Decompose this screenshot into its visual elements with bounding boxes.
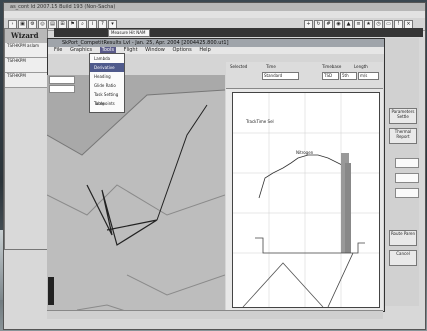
- time-label: Time: [266, 64, 276, 69]
- menu-item-heading[interactable]: Heading: [90, 72, 124, 81]
- menu-item-glide-ratio[interactable]: Glide Ratio: [90, 81, 124, 90]
- menu-item-task-setting[interactable]: Task Setting Table: [90, 90, 124, 106]
- inner-window-title: SkPort_CompetitResults Lvl - Jan. 25, Ap…: [48, 39, 384, 47]
- wizard-row[interactable]: TSFHKPM: [5, 58, 47, 73]
- tools-dropdown-menu: Lambda Derivative Heading Glide Ratio Ta…: [89, 53, 125, 113]
- flight-track[interactable]: [156, 104, 208, 221]
- bar: [345, 163, 351, 253]
- flight-track[interactable]: [86, 184, 158, 246]
- map-pane[interactable]: [46, 75, 226, 319]
- wizard-row[interactable]: TSFHKPM aslam: [5, 43, 47, 58]
- map-canvas[interactable]: [46, 75, 226, 319]
- cancel-button[interactable]: Cancel: [389, 250, 417, 266]
- menu-item-turnpoints[interactable]: Turnpoints: [90, 99, 124, 108]
- menu-flight[interactable]: Flight: [124, 47, 138, 54]
- right-field[interactable]: [395, 173, 419, 183]
- timebase-label: Timebase: [322, 64, 342, 69]
- map-fields: [47, 75, 77, 95]
- outer-menu-file[interactable]: [14, 11, 16, 18]
- length-label: Length: [354, 64, 368, 69]
- tsd-field[interactable]: TSD: [322, 72, 339, 80]
- map-field[interactable]: [49, 85, 75, 93]
- graph-canvas: [233, 93, 379, 308]
- altitude-line: [258, 154, 349, 199]
- route-button[interactable]: Route Paren: [389, 230, 417, 246]
- trace-line: [242, 262, 324, 308]
- selected-label: Selected: [230, 64, 248, 69]
- status-bar: [47, 310, 383, 319]
- outer-menu-bar: [4, 11, 425, 18]
- wizard-row[interactable]: TSFHKPM: [5, 73, 47, 88]
- right-field[interactable]: [395, 188, 419, 198]
- units-field[interactable]: m/s: [358, 72, 379, 80]
- right-field[interactable]: [395, 158, 419, 168]
- trace-line: [327, 252, 354, 308]
- menu-window[interactable]: Window: [145, 47, 165, 54]
- menu-file[interactable]: File: [54, 47, 62, 54]
- region-border: [46, 184, 226, 216]
- wizard-title: Wizard: [5, 29, 47, 43]
- thermal-report-button[interactable]: Thermal Report: [389, 128, 417, 144]
- menu-item-derivative[interactable]: Derivative: [90, 63, 124, 72]
- measure-input[interactable]: Measure Hit NAM: [108, 29, 150, 37]
- graph-options: Selected Time Timebase Length Standard T…: [226, 62, 383, 89]
- measure-strip: Measure Hit NAM: [54, 28, 423, 37]
- width-field[interactable]: 5th: [340, 72, 357, 80]
- graph-series-label: TrackTime Sel: [246, 119, 274, 124]
- outer-window-title: as_cont ld 2007.15 Build 193 (Non-Sacha): [4, 3, 425, 11]
- menu-item-lambda[interactable]: Lambda: [90, 54, 124, 63]
- graph-mid-label: Nitrogen: [296, 150, 314, 155]
- altitude-scale: [48, 277, 54, 305]
- menu-options[interactable]: Options: [172, 47, 191, 54]
- right-control-panel: Parameters Settle Thermal Report Route P…: [385, 38, 419, 306]
- region-border: [126, 274, 226, 296]
- map-field[interactable]: [49, 76, 75, 84]
- menu-help[interactable]: Help: [199, 47, 210, 54]
- standard-select[interactable]: Standard: [262, 72, 299, 80]
- flight-graph[interactable]: [232, 92, 380, 308]
- parameters-button[interactable]: Parameters Settle: [389, 108, 417, 124]
- wizard-panel: Wizard TSFHKPM aslam TSFHKPM TSFHKPM: [4, 28, 48, 250]
